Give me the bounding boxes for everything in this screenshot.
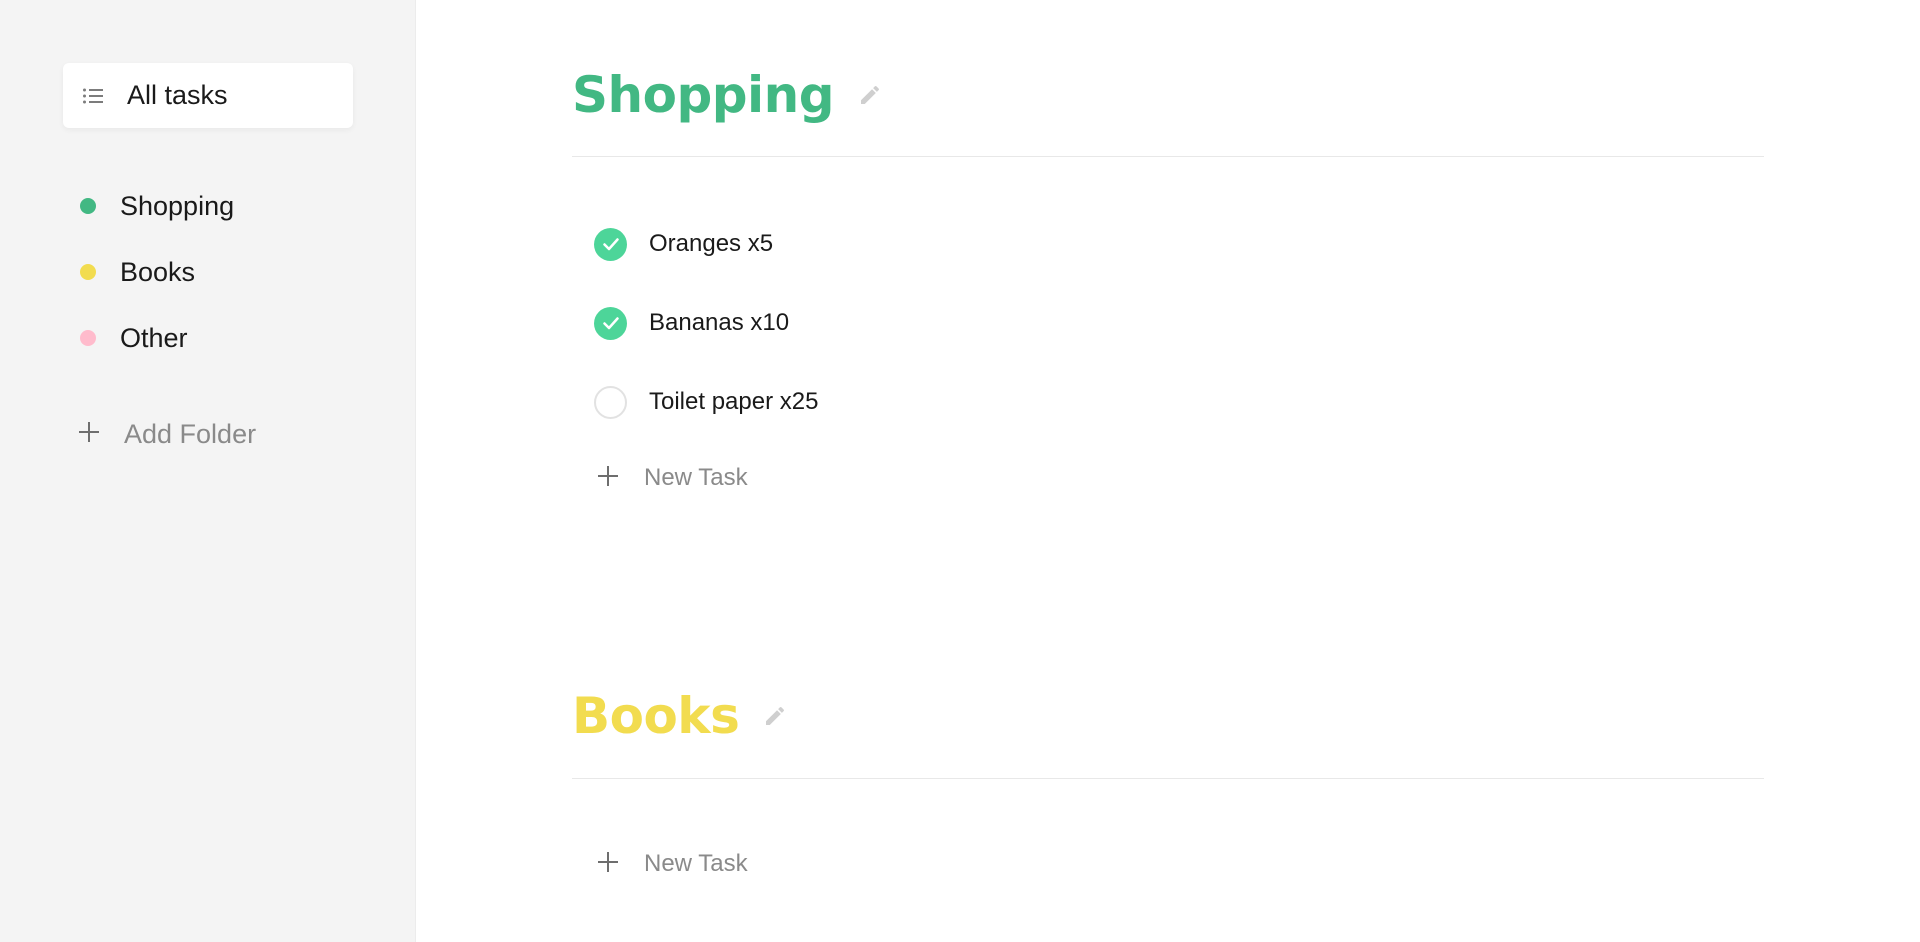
task-item[interactable]: Toilet paper x25 bbox=[594, 382, 818, 422]
folder-list: Shopping Books Other bbox=[80, 173, 234, 371]
sidebar-item-shopping[interactable]: Shopping bbox=[80, 173, 234, 239]
check-icon bbox=[602, 316, 619, 329]
sidebar-item-books[interactable]: Books bbox=[80, 239, 234, 305]
add-folder-label: Add Folder bbox=[124, 418, 257, 449]
list-section-books: Books New Task bbox=[572, 681, 1764, 877]
sidebar-item-label: Books bbox=[120, 256, 196, 287]
sidebar-item-label: Shopping bbox=[120, 190, 235, 221]
add-folder-button[interactable]: Add Folder bbox=[78, 414, 256, 454]
divider bbox=[572, 156, 1764, 157]
pencil-icon[interactable] bbox=[761, 702, 789, 730]
list-title: Shopping bbox=[572, 66, 835, 124]
plus-icon bbox=[597, 851, 619, 878]
plus-icon bbox=[597, 465, 619, 492]
new-task-button[interactable]: New Task bbox=[597, 844, 748, 884]
folder-color-dot bbox=[80, 198, 96, 214]
list-header: Books bbox=[572, 681, 1764, 751]
new-task-button[interactable]: New Task bbox=[597, 458, 748, 498]
divider bbox=[572, 778, 1764, 779]
folder-color-dot bbox=[80, 330, 96, 346]
sidebar-item-other[interactable]: Other bbox=[80, 305, 234, 371]
all-tasks-button[interactable]: All tasks bbox=[63, 63, 353, 128]
task-item[interactable]: Oranges x5 bbox=[594, 224, 773, 264]
all-tasks-label: All tasks bbox=[127, 80, 228, 110]
new-task-label: New Task bbox=[644, 850, 748, 877]
sidebar-item-label: Other bbox=[120, 322, 188, 353]
task-label: Bananas x10 bbox=[649, 309, 790, 336]
check-icon bbox=[602, 237, 619, 250]
folder-color-dot bbox=[80, 264, 96, 280]
list-section-shopping: Shopping Oranges x5 Bananas x10 Toilet p… bbox=[572, 60, 1764, 491]
sidebar: All tasks Shopping Books Other Add Folde… bbox=[0, 0, 416, 942]
task-checkbox-checked[interactable] bbox=[594, 227, 627, 261]
task-checkbox-checked[interactable] bbox=[594, 306, 627, 340]
list-icon bbox=[81, 84, 105, 108]
task-checkbox-unchecked[interactable] bbox=[594, 385, 627, 419]
plus-icon bbox=[78, 421, 100, 448]
pencil-icon[interactable] bbox=[856, 81, 884, 109]
task-label: Toilet paper x25 bbox=[649, 388, 819, 415]
list-header: Shopping bbox=[572, 60, 1764, 130]
new-task-label: New Task bbox=[644, 464, 748, 491]
list-title: Books bbox=[572, 687, 740, 745]
task-item[interactable]: Bananas x10 bbox=[594, 303, 789, 343]
task-label: Oranges x5 bbox=[649, 230, 774, 257]
